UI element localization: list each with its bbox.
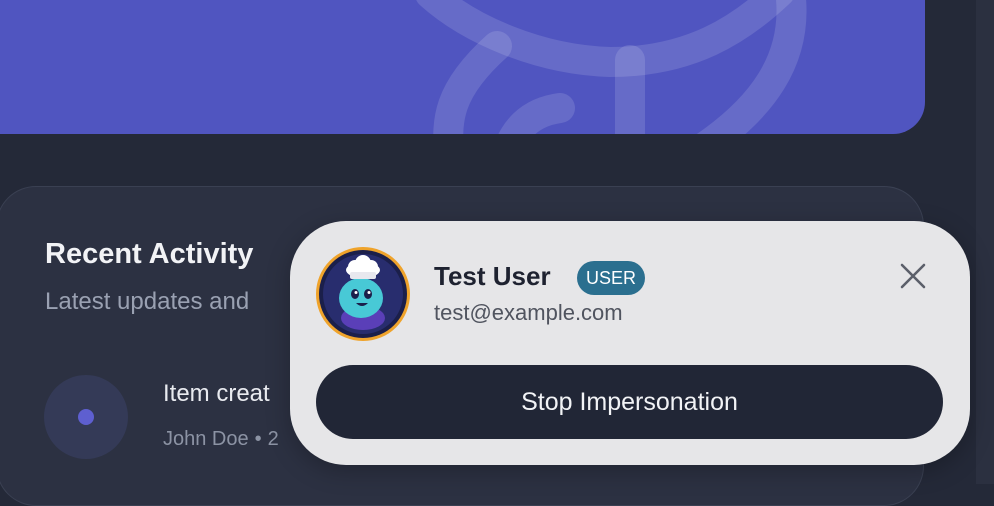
close-button[interactable] bbox=[891, 254, 935, 298]
decorative-leaf-icon bbox=[416, 0, 807, 134]
chef-mascot-avatar bbox=[319, 250, 407, 338]
activity-item-title[interactable]: Item creat bbox=[163, 380, 270, 408]
meta-separator: • bbox=[254, 428, 262, 450]
activity-item-meta: John Doe • 2 bbox=[163, 428, 279, 451]
stop-impersonation-button[interactable]: Stop Impersonation bbox=[316, 365, 943, 439]
activity-item-user: John Doe bbox=[163, 428, 249, 450]
role-badge: USER bbox=[577, 261, 646, 295]
impersonated-user-email: test@example.com bbox=[434, 300, 623, 325]
activity-item-time: 2 bbox=[267, 428, 279, 450]
activity-item-icon bbox=[44, 375, 128, 459]
dot-icon bbox=[78, 409, 94, 425]
recent-activity-title: Recent Activity bbox=[45, 238, 254, 270]
avatar bbox=[316, 247, 410, 341]
recent-activity-subtitle: Latest updates and bbox=[45, 288, 250, 315]
page-scrollbar[interactable] bbox=[976, 0, 994, 484]
impersonated-user-name: Test User bbox=[434, 261, 551, 291]
impersonation-banner: Test User USER test@example.com Stop Imp… bbox=[290, 221, 970, 465]
hero-banner bbox=[0, 0, 925, 134]
close-icon bbox=[900, 263, 926, 289]
